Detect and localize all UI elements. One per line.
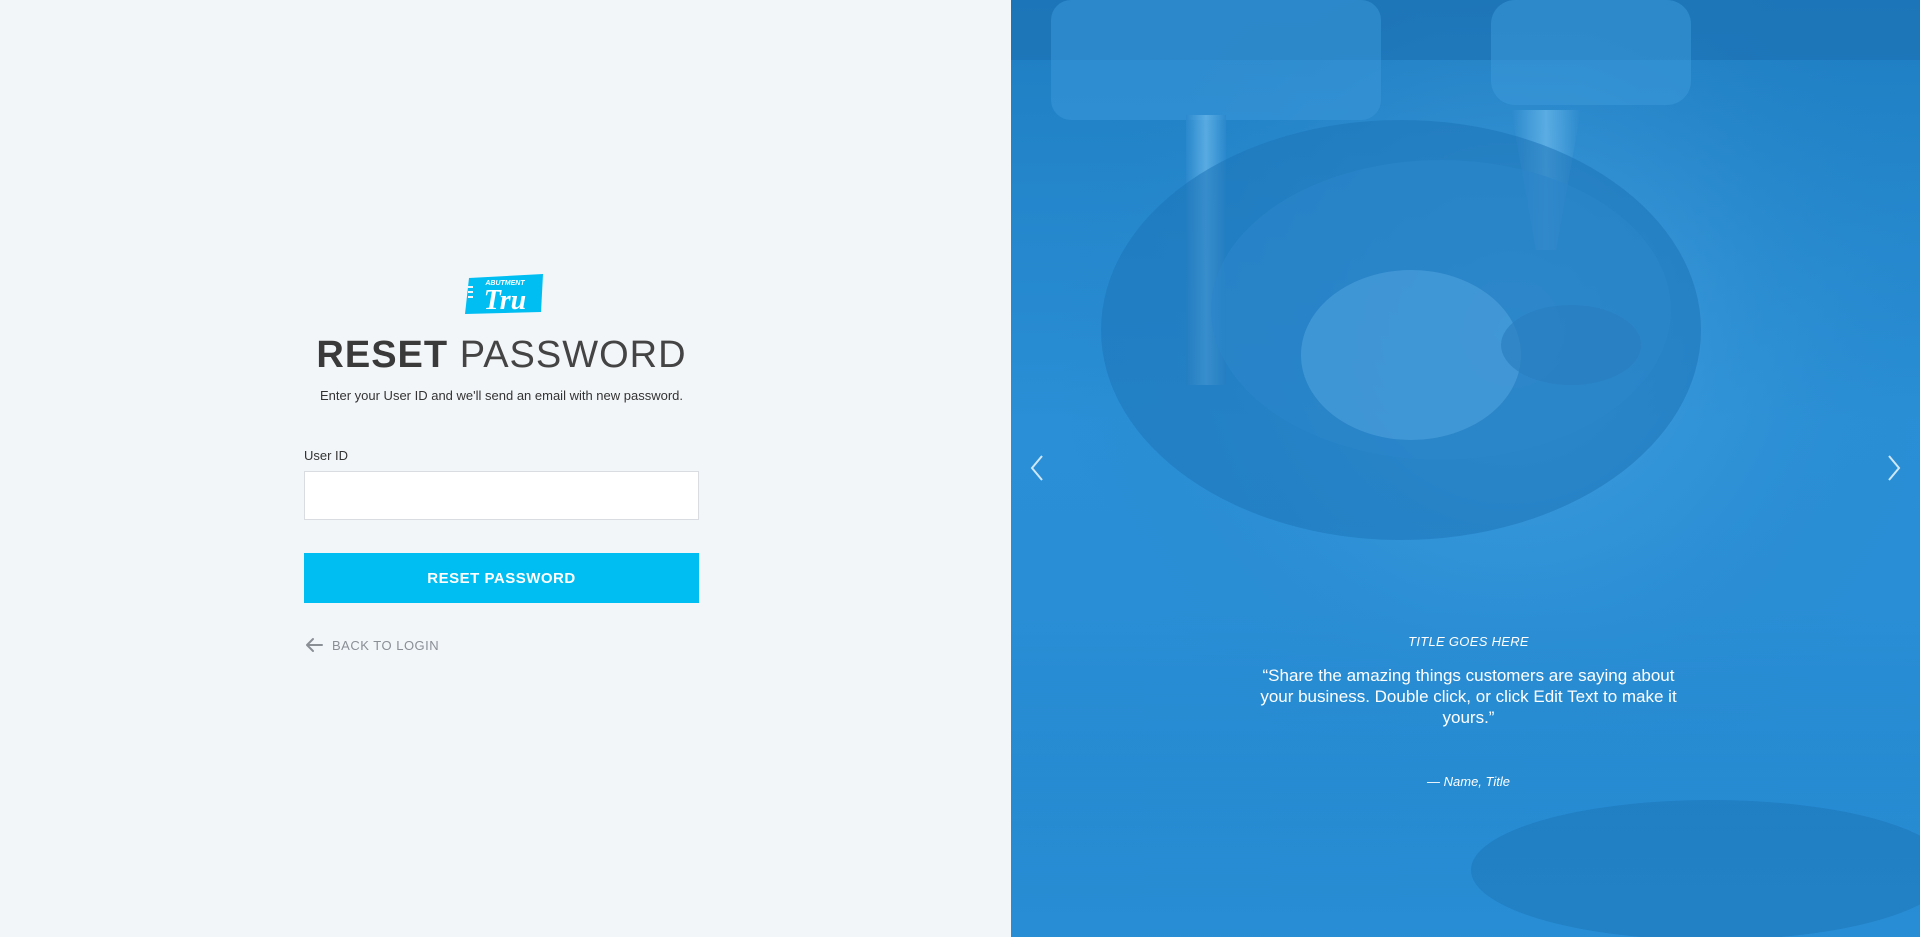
reset-password-page: ABUTMENT Tru RESET PASSWORD Enter your U… — [0, 0, 1920, 937]
user-id-label: User ID — [304, 448, 349, 463]
back-to-login-link[interactable]: BACK TO LOGIN — [304, 637, 439, 653]
logo-main-text: Tru — [484, 285, 527, 314]
page-title: RESET PASSWORD — [304, 336, 699, 374]
testimonial: TITLE GOES HERE “Share the amazing thing… — [1231, 634, 1706, 789]
back-to-login-label: BACK TO LOGIN — [332, 637, 440, 653]
carousel-prev-button[interactable] — [1027, 452, 1047, 484]
reset-password-button[interactable]: RESET PASSWORD — [304, 553, 699, 603]
testimonial-author: — Name, Title — [1427, 774, 1510, 789]
page-subtitle: Enter your User ID and we'll send an ema… — [319, 388, 684, 403]
testimonial-title: TITLE GOES HERE — [1408, 634, 1529, 649]
arrow-left-icon — [306, 638, 323, 652]
hero-panel: TITLE GOES HERE “Share the amazing thing… — [1011, 0, 1920, 937]
user-id-input[interactable] — [304, 471, 699, 520]
brand-logo: ABUTMENT Tru — [465, 274, 543, 314]
title-light: PASSWORD — [459, 334, 687, 376]
testimonial-quote: “Share the amazing things customers are … — [1260, 666, 1677, 727]
carousel-next-button[interactable] — [1884, 452, 1904, 484]
machining-background-image — [1011, 0, 1920, 937]
title-bold: RESET — [316, 334, 449, 376]
form-panel: ABUTMENT Tru RESET PASSWORD Enter your U… — [0, 0, 1011, 937]
